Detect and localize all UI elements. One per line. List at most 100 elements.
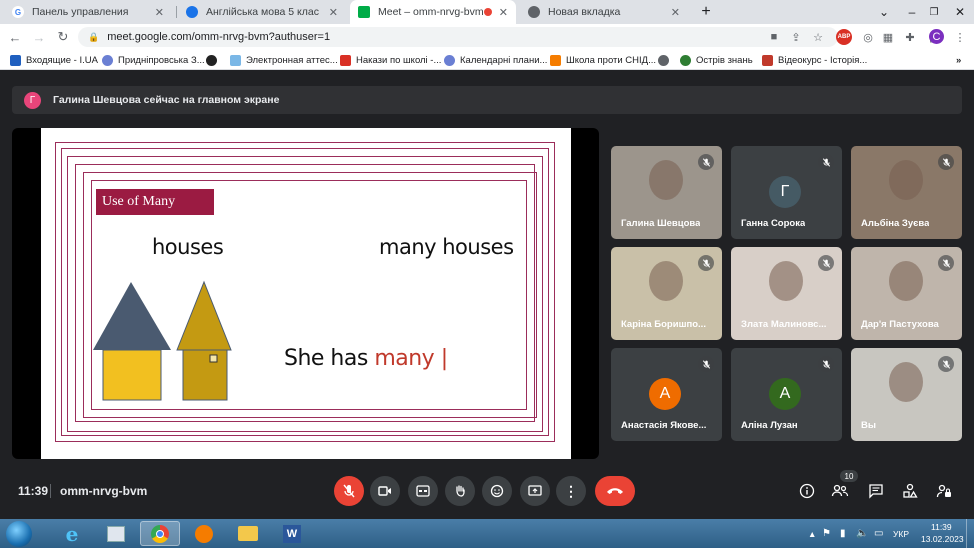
reload-icon[interactable]: ↻ [54,28,72,46]
close-icon[interactable]: ✕ [329,6,338,19]
url-text: meet.google.com/omm-nrvg-bvm?authuser=1 [107,31,331,43]
puzzle-icon[interactable]: ✚ [902,29,918,45]
participant-tile[interactable]: Г Ганна Сорока [731,146,842,239]
bookmark-item[interactable]: Відеокурс - Історія... [762,53,867,67]
bookmark-icon [230,54,241,66]
bookmark-icon [102,54,113,66]
new-tab-plus-icon[interactable]: + [692,0,720,24]
bookmark-icon [10,54,21,66]
taskbar-explorer[interactable] [228,521,268,546]
volume-icon[interactable]: 🔈 [856,528,868,539]
chrome-icon [528,6,540,18]
mic-muted-icon [698,154,714,170]
bookmark-icon [444,54,455,66]
profile-avatar[interactable]: C [929,29,944,44]
participant-video [649,160,683,200]
participant-name: Галина Шевцова [621,218,701,229]
adblock-icon[interactable]: ABP [836,29,852,45]
close-icon[interactable]: ✕ [671,6,680,19]
taskbar-date[interactable]: 13.02.2023 [921,534,964,544]
tray-expand-icon[interactable]: ▲ [808,529,816,539]
close-icon[interactable]: ✕ [155,6,164,19]
taskbar-app[interactable] [184,521,224,546]
leave-call-button[interactable] [595,476,635,506]
folder-icon [238,526,258,541]
bookmark-item[interactable]: Накази по школі -... [340,53,441,67]
camera-in-use-icon[interactable]: ■ [766,29,782,45]
close-icon[interactable]: ✕ [499,6,508,19]
bookmark-icon [340,54,351,66]
bookmark-label: Острів знань [696,54,753,66]
bookmark-item[interactable]: Входящие - I.UA [10,53,98,67]
bookmark-label: Входящие - I.UA [26,54,98,66]
house-body [182,349,228,401]
star-icon[interactable]: ☆ [810,29,826,45]
participant-name: Каріна Боришпо... [621,319,706,330]
network-icon[interactable]: ▮ [840,528,846,539]
host-controls-button[interactable] [934,481,954,501]
participant-tile[interactable]: Галина Шевцова [611,146,722,239]
globe-icon[interactable]: ◎ [860,29,876,45]
taskbar-chrome[interactable] [140,521,180,546]
participant-tile[interactable]: А Анастасія Якове... [611,348,722,441]
info-icon [799,483,815,499]
tab-control-panel[interactable]: G Панель управления ✕ [4,0,172,24]
bookmark-item[interactable]: Календарні плани... [444,53,547,67]
bookmark-icon [550,54,561,66]
presentation-stage[interactable]: Use of Many houses many houses She has m… [12,128,599,459]
url-input[interactable]: 🔒 meet.google.com/omm-nrvg-bvm?authuser=… [78,27,838,47]
mic-muted-icon [818,154,834,170]
window-close-icon[interactable]: ✕ [946,0,974,24]
bookmark-item[interactable] [658,53,674,67]
meeting-details-button[interactable] [797,481,817,501]
present-screen-button[interactable] [520,476,550,506]
restore-icon[interactable]: ❐ [920,0,948,24]
show-desktop-button[interactable] [966,519,974,548]
participant-tile[interactable]: Каріна Боришпо... [611,247,722,340]
tab-english-class[interactable]: Англійська мова 5 клас ✕ [178,0,346,24]
meeting-code: omm-nrvg-bvm [60,484,148,498]
activities-button[interactable] [900,481,920,501]
bookmark-item[interactable]: Электронная аттес... [230,53,338,67]
taskbar-app[interactable] [96,521,136,546]
raise-hand-button[interactable] [445,476,475,506]
taskbar-ie[interactable]: e [52,521,92,546]
forward-icon[interactable]: → [30,28,48,46]
participant-tile[interactable]: Дар'я Пастухова [851,247,962,340]
tab-search-icon[interactable]: ⌄ [870,0,898,24]
bookmark-item[interactable] [206,53,222,67]
reactions-button[interactable] [482,476,512,506]
slide-sentence-highlight: many [374,346,441,371]
camera-toggle-button[interactable] [370,476,400,506]
share-icon[interactable]: ⇪ [788,29,804,45]
people-button[interactable] [830,481,850,501]
start-button[interactable] [6,521,32,547]
chat-button[interactable] [866,481,886,501]
taskbar-time[interactable]: 11:39 [931,522,952,532]
classroom-icon [186,6,198,18]
bookmarks-overflow-icon[interactable]: » [956,53,961,67]
tray-flag-icon[interactable]: ⚑ [822,528,831,539]
bookmark-item[interactable]: Острів знань [680,53,753,67]
mic-toggle-button[interactable] [334,476,364,506]
participant-tile[interactable]: Вы [851,348,962,441]
tab-meet[interactable]: Meet – omm-nrvg-bvm ✕ [350,0,516,24]
participant-tile[interactable]: Злата Малиновс... [731,247,842,340]
people-icon [831,484,849,497]
captions-button[interactable] [408,476,438,506]
address-bar-row: ← → ↻ 🔒 meet.google.com/omm-nrvg-bvm?aut… [0,24,974,50]
extension-grid-icon[interactable]: ▦ [880,29,896,45]
participant-tile[interactable]: Альбіна Зуєва [851,146,962,239]
bookmark-item[interactable]: Придніпровська З... [102,53,205,67]
taskbar-word[interactable]: W [272,521,312,546]
language-indicator[interactable]: УКР [893,529,909,539]
participant-tile[interactable]: А Аліна Лузан [731,348,842,441]
bookmark-item[interactable]: Школа проти СНІД... [550,53,656,67]
battery-icon[interactable]: ▭ [874,528,883,539]
menu-dots-icon[interactable]: ⋮ [952,29,968,45]
slide-sentence: She has many | [284,346,448,371]
tab-new-tab[interactable]: Новая вкладка ✕ [520,0,688,24]
more-options-button[interactable]: ⋮ [556,476,586,506]
mic-muted-icon [938,154,954,170]
back-icon[interactable]: ← [6,28,24,46]
